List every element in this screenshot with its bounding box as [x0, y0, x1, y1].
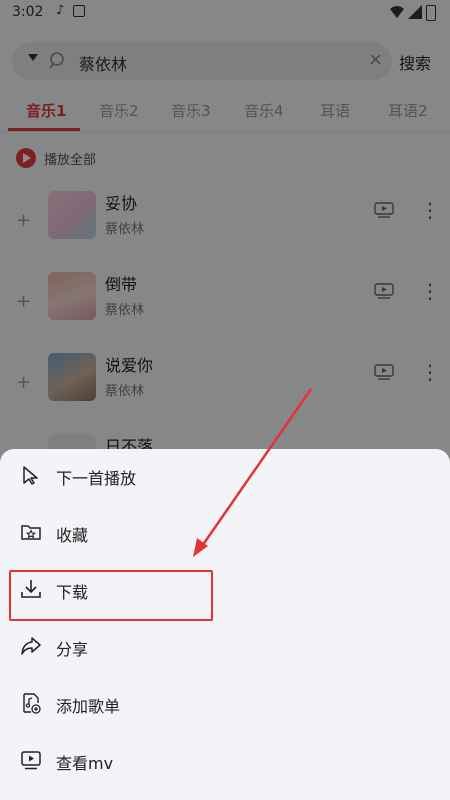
add-playlist-icon [23, 693, 41, 714]
menu-item-add-playlist[interactable]: 添加歌单 [0, 677, 450, 734]
menu-item-label: 查看mv [56, 754, 114, 773]
menu-item-view-mv[interactable]: 查看mv [0, 734, 450, 791]
share-icon [21, 637, 41, 655]
menu-item-share[interactable]: 分享 [0, 620, 450, 677]
menu-item-label: 分享 [56, 640, 89, 659]
folder-star-icon [21, 525, 41, 540]
mv-icon [21, 751, 41, 770]
download-highlight-box [9, 570, 213, 621]
menu-item-label: 添加歌单 [56, 697, 121, 716]
menu-item-label: 收藏 [56, 526, 89, 545]
song-actions-sheet: 下一首播放 收藏 下载 分享 添加歌单 查看mv [0, 449, 450, 800]
menu-item-play-next[interactable]: 下一首播放 [0, 449, 450, 506]
menu-item-label: 下一首播放 [56, 469, 137, 488]
menu-item-collect[interactable]: 收藏 [0, 506, 450, 563]
play-next-icon [23, 466, 38, 485]
